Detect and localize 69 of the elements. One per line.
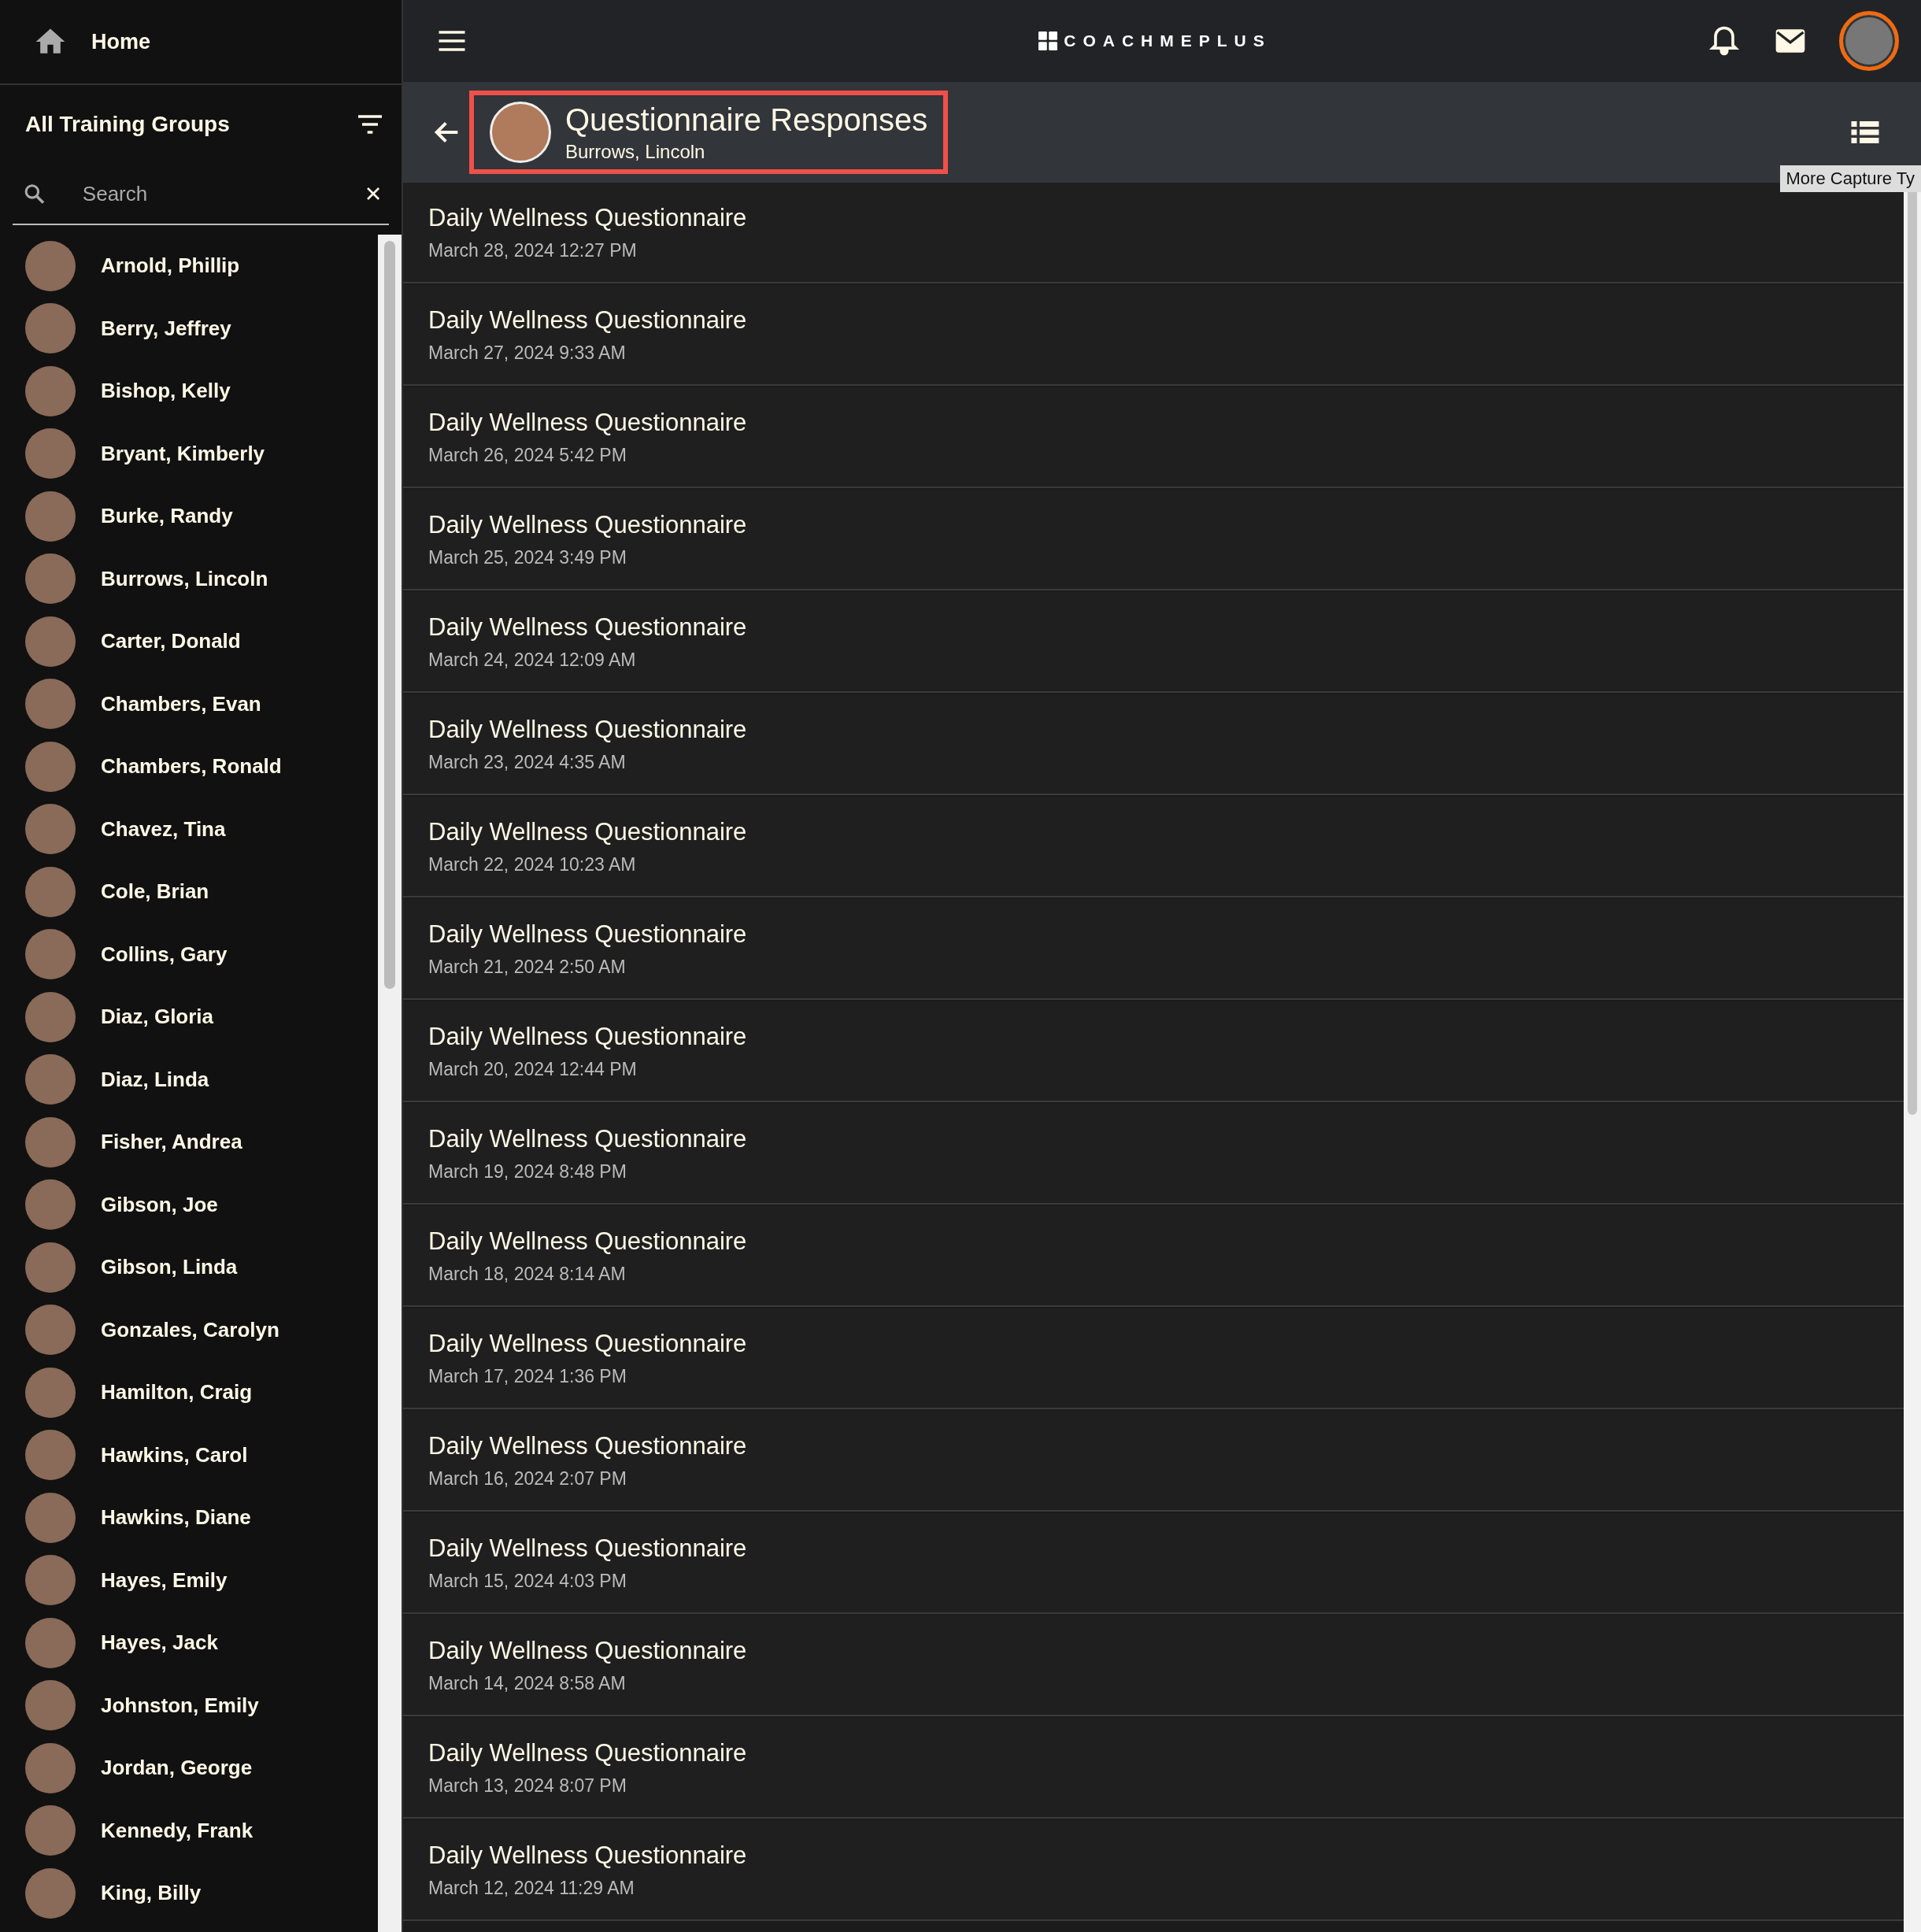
response-date: March 17, 2024 1:36 PM: [428, 1365, 627, 1387]
response-date: March 28, 2024 12:27 PM: [428, 239, 637, 261]
response-date: March 24, 2024 12:09 AM: [428, 649, 636, 671]
logo-text: COACHMEPLUS: [1064, 31, 1271, 50]
search-field[interactable]: Search: [61, 180, 348, 207]
athlete-item[interactable]: Kennedy, Frank: [0, 1799, 378, 1862]
athlete-item[interactable]: Chambers, Evan: [0, 672, 378, 735]
athlete-item[interactable]: Hayes, Emily: [0, 1549, 378, 1612]
response-item[interactable]: Daily Wellness Questionnaire March 26, 2024 5:42 PM: [403, 387, 1904, 488]
athlete-item[interactable]: King, Billy: [0, 1862, 378, 1925]
response-date: March 26, 2024 5:42 PM: [428, 444, 627, 466]
athlete-item[interactable]: Hayes, Jack: [0, 1612, 378, 1675]
athlete-name: Burrows, Lincoln: [565, 140, 706, 163]
response-item[interactable]: Daily Wellness Questionnaire March 17, 2024 1:36 PM: [403, 1308, 1904, 1409]
athlete-item[interactable]: Jordan, George: [0, 1737, 378, 1800]
athlete-item[interactable]: Gonzales, Carolyn: [0, 1298, 378, 1361]
response-date: March 20, 2024 12:44 PM: [428, 1058, 637, 1080]
page-title: Questionnaire Responses: [565, 102, 928, 138]
athlete-item[interactable]: Bishop, Kelly: [0, 360, 378, 423]
response-item[interactable]: Daily Wellness Questionnaire March 18, 2024 8:14 AM: [403, 1206, 1904, 1307]
response-date: March 18, 2024 8:14 AM: [428, 1263, 626, 1285]
athlete-item[interactable]: Hawkins, Carol: [0, 1423, 378, 1486]
response-date: March 13, 2024 8:07 PM: [428, 1775, 627, 1797]
athlete-item[interactable]: Carter, Donald: [0, 610, 378, 673]
scrollbar[interactable]: [378, 235, 402, 1932]
athlete-item[interactable]: Diaz, Gloria: [0, 986, 378, 1049]
athlete-item[interactable]: Hawkins, Diane: [0, 1486, 378, 1549]
athlete-item[interactable]: Bryant, Kimberly: [0, 422, 378, 485]
response-item[interactable]: Daily Wellness Questionnaire March 23, 2024 4:35 AM: [403, 694, 1904, 795]
response-item[interactable]: Daily Wellness Questionnaire March 14, 2024 8:58 AM: [403, 1616, 1904, 1716]
athlete-item[interactable]: Arnold, Phillip: [0, 235, 378, 298]
athlete-item[interactable]: Berry, Jeffrey: [0, 297, 378, 360]
athlete-item[interactable]: Gibson, Joe: [0, 1173, 378, 1236]
response-item[interactable]: Daily Wellness Questionnaire March 20, 2024 12:44 PM: [403, 1001, 1904, 1102]
response-date: March 15, 2024 4:03 PM: [428, 1570, 627, 1592]
athlete-item[interactable]: Diaz, Linda: [0, 1048, 378, 1111]
response-item[interactable]: Daily Wellness Questionnaire March 22, 2024 10:23 AM: [403, 797, 1904, 898]
tooltip: More Capture Ty: [1779, 165, 1921, 192]
response-item[interactable]: Daily Wellness Questionnaire March 16, 2024 2:07 PM: [403, 1411, 1904, 1512]
logo-icon: [1038, 31, 1058, 50]
response-item[interactable]: Daily Wellness Questionnaire March 12, 2024 11:29 AM: [403, 1820, 1904, 1921]
response-item[interactable]: Daily Wellness Questionnaire March 21, 2024 2:50 AM: [403, 899, 1904, 1000]
athlete-item[interactable]: Gibson, Linda: [0, 1236, 378, 1299]
response-date: March 12, 2024 11:29 AM: [428, 1877, 635, 1899]
response-date: March 14, 2024 8:58 AM: [428, 1672, 626, 1694]
group-title: All Training Groups: [25, 112, 230, 137]
response-date: March 16, 2024 2:07 PM: [428, 1468, 627, 1490]
response-item[interactable]: Daily Wellness Questionnaire March 19, 2024 8:48 PM: [403, 1104, 1904, 1205]
athlete-item[interactable]: Hamilton, Craig: [0, 1361, 378, 1424]
athlete-item[interactable]: Chambers, Ronald: [0, 735, 378, 798]
athlete-item[interactable]: Chavez, Tina: [0, 798, 378, 861]
athlete-item[interactable]: Collins, Gary: [0, 923, 378, 986]
athlete-item[interactable]: Fisher, Andrea: [0, 1111, 378, 1174]
response-date: March 22, 2024 10:23 AM: [428, 853, 636, 875]
athlete-item[interactable]: Burke, Randy: [0, 485, 378, 548]
athlete-item[interactable]: Cole, Brian: [0, 861, 378, 923]
response-item[interactable]: Daily Wellness Questionnaire March 27, 2024 9:33 AM: [403, 285, 1904, 386]
response-item[interactable]: Daily Wellness Questionnaire March 24, 2024 12:09 AM: [403, 592, 1904, 693]
athlete-item[interactable]: Johnston, Emily: [0, 1674, 378, 1737]
home-link[interactable]: Home: [0, 0, 402, 85]
athlete-item[interactable]: Burrows, Lincoln: [0, 547, 378, 610]
response-date: March 19, 2024 8:48 PM: [428, 1160, 627, 1183]
response-date: March 23, 2024 4:35 AM: [428, 751, 626, 773]
response-item[interactable]: Daily Wellness Questionnaire March 13, 2024 8:07 PM: [403, 1718, 1904, 1819]
response-date: March 25, 2024 3:49 PM: [428, 546, 627, 568]
response-date: March 21, 2024 2:50 AM: [428, 956, 626, 978]
response-date: March 27, 2024 9:33 AM: [428, 342, 626, 364]
response-item[interactable]: Daily Wellness Questionnaire March 15, 2024 4:03 PM: [403, 1513, 1904, 1614]
response-item[interactable]: Daily Wellness Questionnaire March 25, 2024 3:49 PM: [403, 490, 1904, 590]
